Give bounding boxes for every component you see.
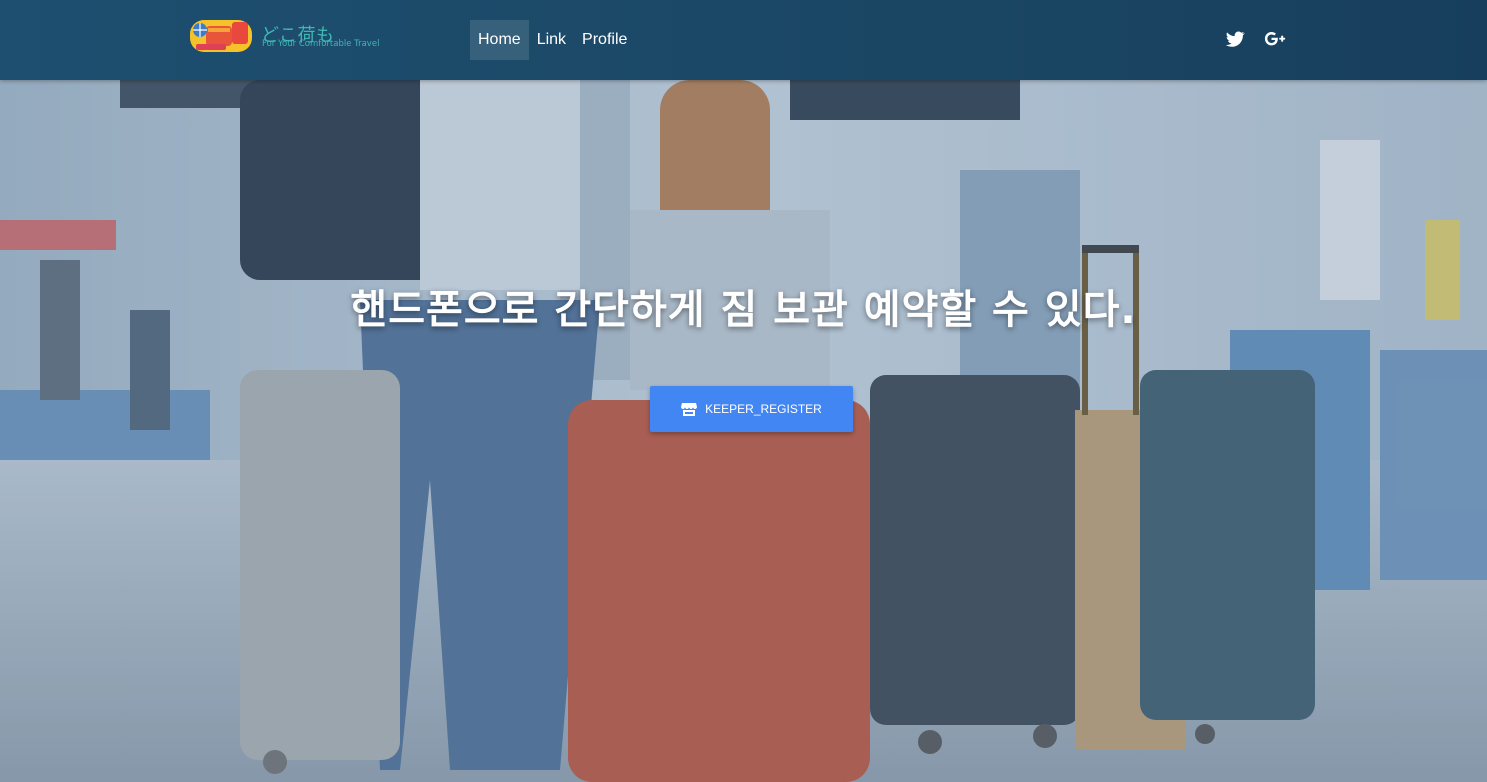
logo-tagline: For Your Comfortable Travel <box>262 39 380 49</box>
hero-headline: 핸드폰으로 간단하게 짐 보관 예약할 수 있다. <box>350 287 1137 333</box>
keeper-register-button[interactable]: KEEPER_REGISTER <box>650 386 853 432</box>
social-links <box>1224 28 1286 50</box>
logo[interactable]: どこ荷も For Your Comfortable Travel <box>188 14 398 60</box>
nav-links: Home Link Profile <box>470 20 635 60</box>
nav-profile[interactable]: Profile <box>574 20 635 60</box>
nav-home[interactable]: Home <box>470 20 529 60</box>
keeper-register-label: KEEPER_REGISTER <box>705 402 822 416</box>
hero-section: 핸드폰으로 간단하게 짐 보관 예약할 수 있다. KEEPER_REGISTE… <box>0 80 1487 782</box>
nav-link[interactable]: Link <box>529 20 574 60</box>
top-navbar: どこ荷も For Your Comfortable Travel Home Li… <box>0 0 1487 80</box>
suitcase-logo-icon <box>190 20 252 52</box>
google-plus-icon[interactable] <box>1264 28 1286 50</box>
twitter-icon[interactable] <box>1224 28 1246 50</box>
store-icon <box>681 403 698 416</box>
